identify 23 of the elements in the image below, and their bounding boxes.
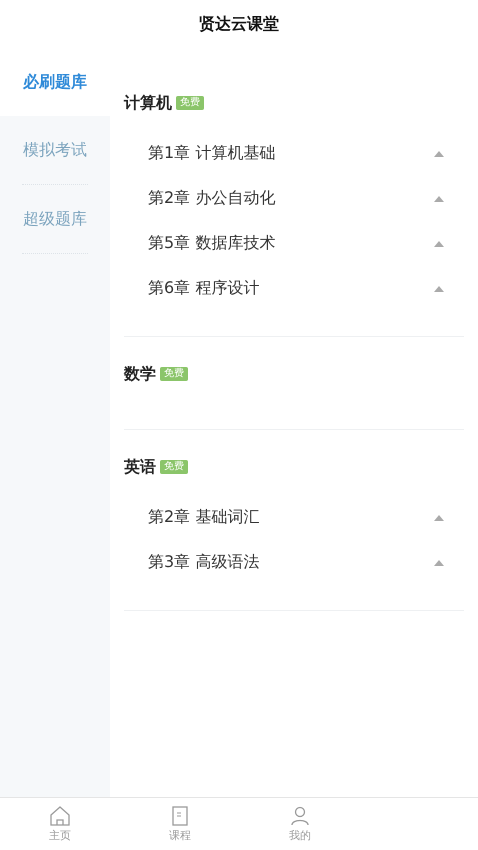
subject-title: 计算机 — [124, 92, 172, 114]
person-icon — [290, 806, 310, 826]
sidebar-item[interactable]: 必刷题库 — [0, 48, 110, 116]
app-title: 贤达云课堂 — [199, 14, 279, 34]
chapter-row[interactable]: 第1章 计算机基础 — [124, 131, 464, 176]
free-badge: 免费 — [176, 96, 204, 110]
chapter-row[interactable]: 第2章 办公自动化 — [124, 176, 464, 221]
chapter-row[interactable]: 第6章 程序设计 — [124, 266, 464, 311]
chapter-row[interactable]: 第3章 高级语法 — [124, 540, 464, 585]
subject-title: 数学 — [124, 364, 156, 384]
free-badge: 免费 — [160, 460, 188, 474]
caret-icon — [434, 514, 444, 520]
document-icon — [172, 806, 188, 826]
caret-icon — [434, 240, 444, 246]
subject-title: 英语 — [124, 456, 156, 478]
caret-icon — [434, 286, 444, 292]
chapter-row[interactable]: 第5章 数据库技术 — [124, 221, 464, 266]
free-badge: 免费 — [160, 367, 188, 381]
caret-icon — [434, 150, 444, 156]
caret-icon — [434, 560, 444, 566]
caret-icon — [434, 196, 444, 202]
chapter-row[interactable]: 第2章 基础词汇 — [124, 495, 464, 540]
home-icon — [49, 806, 71, 826]
